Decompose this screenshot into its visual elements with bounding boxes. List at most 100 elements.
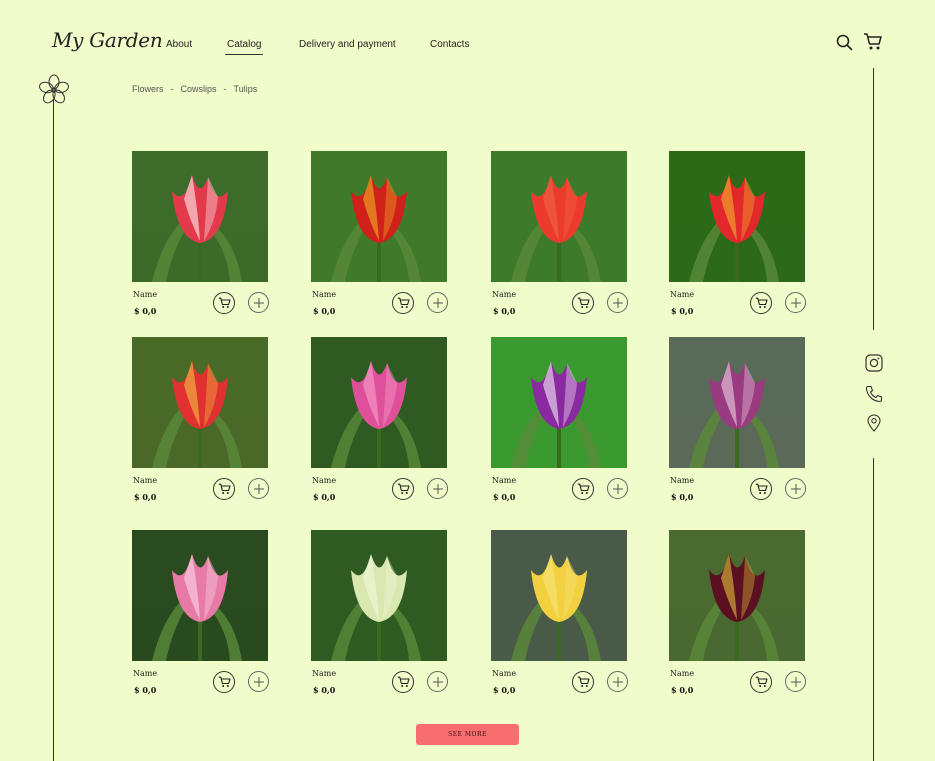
add-button[interactable] xyxy=(607,478,628,499)
add-button[interactable] xyxy=(427,478,448,499)
product-price: $ 0,0 xyxy=(313,685,336,695)
product-card[interactable]: Name $ 0,0 xyxy=(311,530,451,695)
nav-delivery[interactable]: Delivery and payment xyxy=(299,39,396,50)
add-button[interactable] xyxy=(607,292,628,313)
location-icon[interactable] xyxy=(865,414,883,437)
add-to-cart-button[interactable] xyxy=(572,292,594,314)
product-photo[interactable] xyxy=(491,530,627,661)
right-decor-line-top xyxy=(873,68,875,330)
plus-icon xyxy=(432,483,443,494)
product-photo[interactable] xyxy=(132,530,268,661)
instagram-icon[interactable] xyxy=(865,354,883,377)
cart-icon xyxy=(397,483,410,494)
nav-about[interactable]: About xyxy=(166,39,192,50)
add-button[interactable] xyxy=(427,292,448,313)
plus-icon xyxy=(790,297,801,308)
product-card[interactable]: Name $ 0,0 xyxy=(132,151,272,316)
plus-icon xyxy=(253,483,264,494)
product-photo[interactable] xyxy=(311,337,447,468)
product-name: Name xyxy=(312,669,337,678)
plus-icon xyxy=(612,297,623,308)
product-price: $ 0,0 xyxy=(671,685,694,695)
product-name: Name xyxy=(670,290,695,299)
add-to-cart-button[interactable] xyxy=(213,671,235,693)
cart-icon xyxy=(397,297,410,308)
product-name: Name xyxy=(492,476,517,485)
add-button[interactable] xyxy=(785,292,806,313)
product-price: $ 0,0 xyxy=(134,685,157,695)
product-photo[interactable] xyxy=(311,151,447,282)
breadcrumb-separator: - xyxy=(170,84,174,94)
add-to-cart-button[interactable] xyxy=(572,478,594,500)
product-price: $ 0,0 xyxy=(313,306,336,316)
product-name: Name xyxy=(670,669,695,678)
product-card[interactable]: Name $ 0,0 xyxy=(311,337,451,502)
product-card[interactable]: Name $ 0,0 xyxy=(669,337,809,502)
cart-icon[interactable] xyxy=(863,32,883,56)
cart-icon xyxy=(218,676,231,687)
add-button[interactable] xyxy=(248,671,269,692)
add-button[interactable] xyxy=(427,671,448,692)
product-photo[interactable] xyxy=(669,151,805,282)
product-price: $ 0,0 xyxy=(493,492,516,502)
left-decor-line xyxy=(53,100,55,761)
add-to-cart-button[interactable] xyxy=(392,671,414,693)
cart-icon xyxy=(755,676,768,687)
product-price: $ 0,0 xyxy=(671,306,694,316)
product-card[interactable]: Name $ 0,0 xyxy=(669,151,809,316)
add-to-cart-button[interactable] xyxy=(392,292,414,314)
nav-catalog[interactable]: Catalog xyxy=(225,39,264,55)
logo[interactable]: My Garden xyxy=(52,28,163,52)
add-to-cart-button[interactable] xyxy=(213,292,235,314)
add-to-cart-button[interactable] xyxy=(750,671,772,693)
product-card[interactable]: Name $ 0,0 xyxy=(491,530,631,695)
add-button[interactable] xyxy=(785,478,806,499)
search-icon[interactable] xyxy=(836,34,853,56)
product-card[interactable]: Name $ 0,0 xyxy=(669,530,809,695)
product-price: $ 0,0 xyxy=(493,685,516,695)
product-name: Name xyxy=(492,290,517,299)
product-card[interactable]: Name $ 0,0 xyxy=(311,151,451,316)
product-photo[interactable] xyxy=(491,337,627,468)
cart-icon xyxy=(577,297,590,308)
product-price: $ 0,0 xyxy=(134,306,157,316)
product-card[interactable]: Name $ 0,0 xyxy=(132,337,272,502)
add-to-cart-button[interactable] xyxy=(750,478,772,500)
add-to-cart-button[interactable] xyxy=(750,292,772,314)
product-photo[interactable] xyxy=(491,151,627,282)
add-to-cart-button[interactable] xyxy=(392,478,414,500)
product-name: Name xyxy=(312,290,337,299)
plus-icon xyxy=(253,676,264,687)
breadcrumb-flowers[interactable]: Flowers xyxy=(132,84,164,94)
add-to-cart-button[interactable] xyxy=(572,671,594,693)
product-photo[interactable] xyxy=(132,151,268,282)
product-photo[interactable] xyxy=(669,337,805,468)
product-photo[interactable] xyxy=(669,530,805,661)
add-button[interactable] xyxy=(607,671,628,692)
cart-icon xyxy=(218,483,231,494)
product-photo[interactable] xyxy=(132,337,268,468)
product-card[interactable]: Name $ 0,0 xyxy=(491,151,631,316)
cart-icon xyxy=(755,297,768,308)
add-button[interactable] xyxy=(785,671,806,692)
product-card[interactable]: Name $ 0,0 xyxy=(132,530,272,695)
plus-icon xyxy=(253,297,264,308)
product-photo[interactable] xyxy=(311,530,447,661)
breadcrumb-tulips[interactable]: Tulips xyxy=(234,84,258,94)
phone-icon[interactable] xyxy=(865,385,883,408)
plus-icon xyxy=(432,297,443,308)
nav-contacts[interactable]: Contacts xyxy=(430,39,469,50)
breadcrumb: Flowers - Cowslips - Tulips xyxy=(132,84,257,94)
product-price: $ 0,0 xyxy=(313,492,336,502)
cart-icon xyxy=(755,483,768,494)
product-card[interactable]: Name $ 0,0 xyxy=(491,337,631,502)
product-name: Name xyxy=(133,669,158,678)
add-to-cart-button[interactable] xyxy=(213,478,235,500)
breadcrumb-cowslips[interactable]: Cowslips xyxy=(181,84,217,94)
product-name: Name xyxy=(133,476,158,485)
add-button[interactable] xyxy=(248,292,269,313)
add-button[interactable] xyxy=(248,478,269,499)
see-more-button[interactable]: SEE MORE xyxy=(416,724,519,745)
cart-icon xyxy=(577,676,590,687)
plus-icon xyxy=(432,676,443,687)
